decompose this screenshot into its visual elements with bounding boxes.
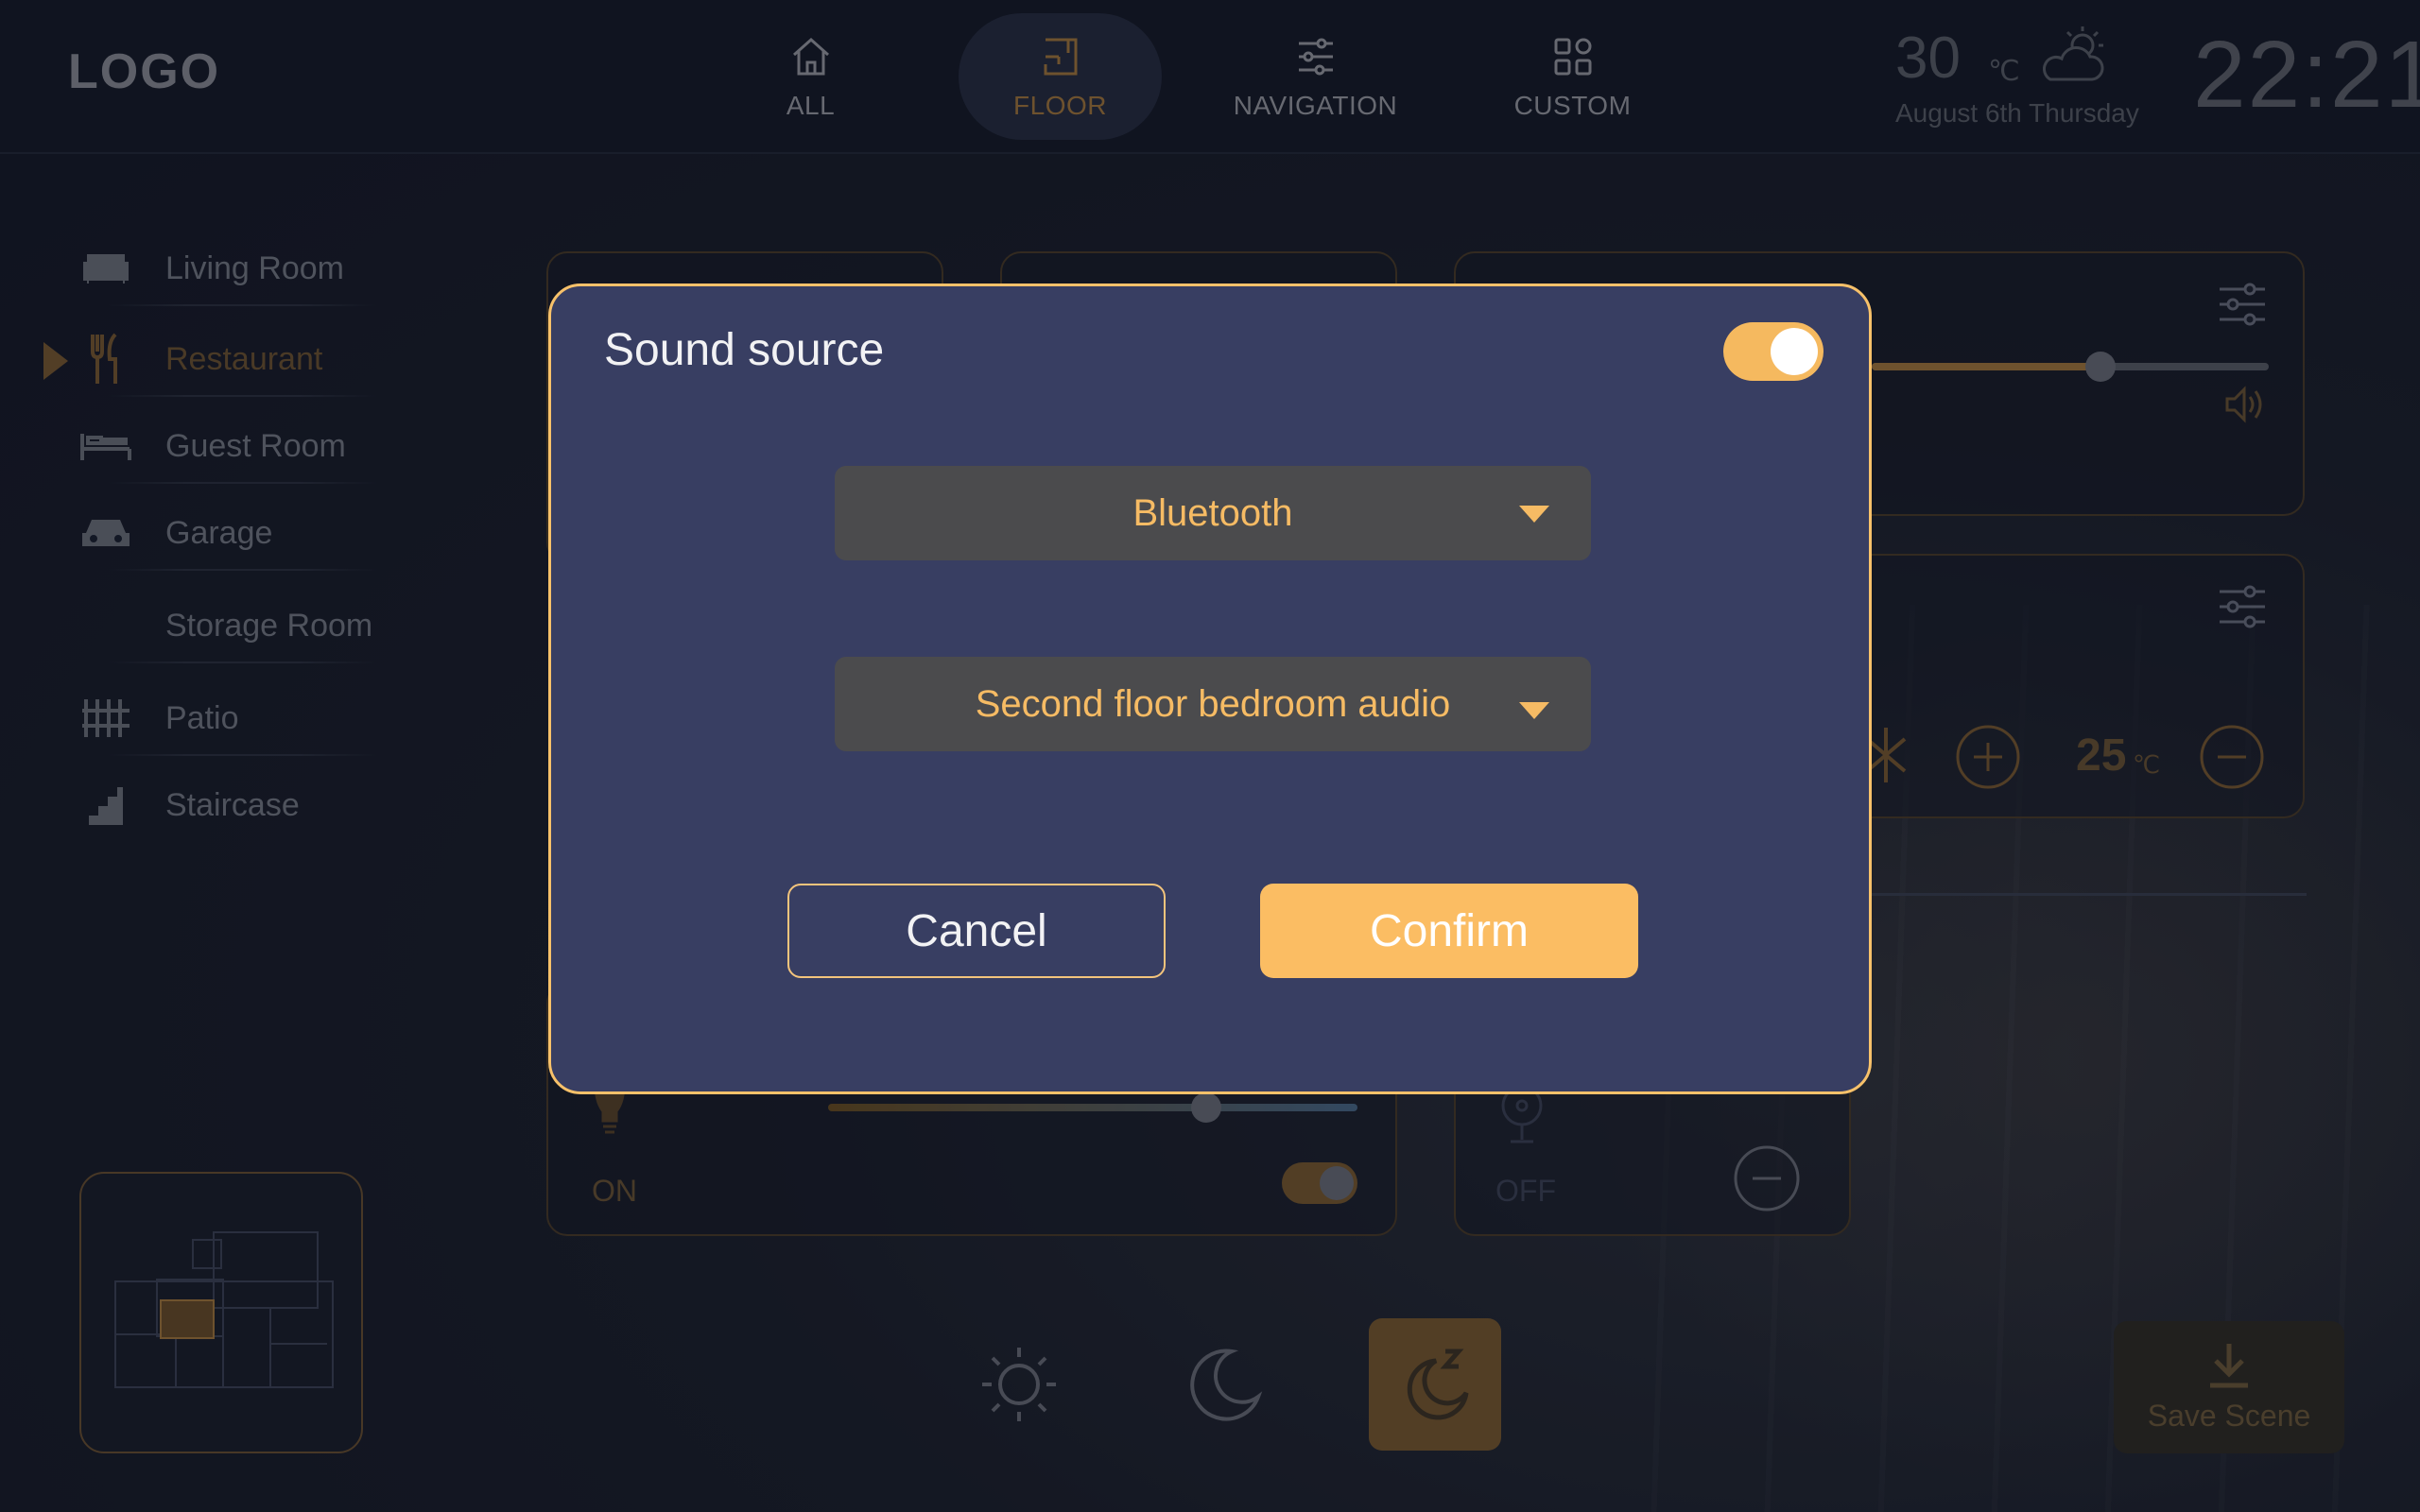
confirm-button[interactable]: Confirm: [1260, 884, 1638, 978]
cancel-button[interactable]: Cancel: [787, 884, 1166, 978]
sound-source-toggle[interactable]: [1723, 322, 1824, 381]
source-select[interactable]: Bluetooth: [835, 466, 1591, 560]
chevron-down-icon: [1519, 702, 1549, 719]
sound-source-dialog: Sound source Bluetooth Second floor bedr…: [548, 284, 1872, 1094]
source-select-value: Bluetooth: [1132, 491, 1293, 534]
chevron-down-icon: [1519, 506, 1549, 523]
device-select[interactable]: Second floor bedroom audio: [835, 657, 1591, 751]
toggle-knob: [1771, 328, 1818, 375]
device-select-value: Second floor bedroom audio: [975, 682, 1451, 725]
dialog-title: Sound source: [604, 325, 885, 375]
